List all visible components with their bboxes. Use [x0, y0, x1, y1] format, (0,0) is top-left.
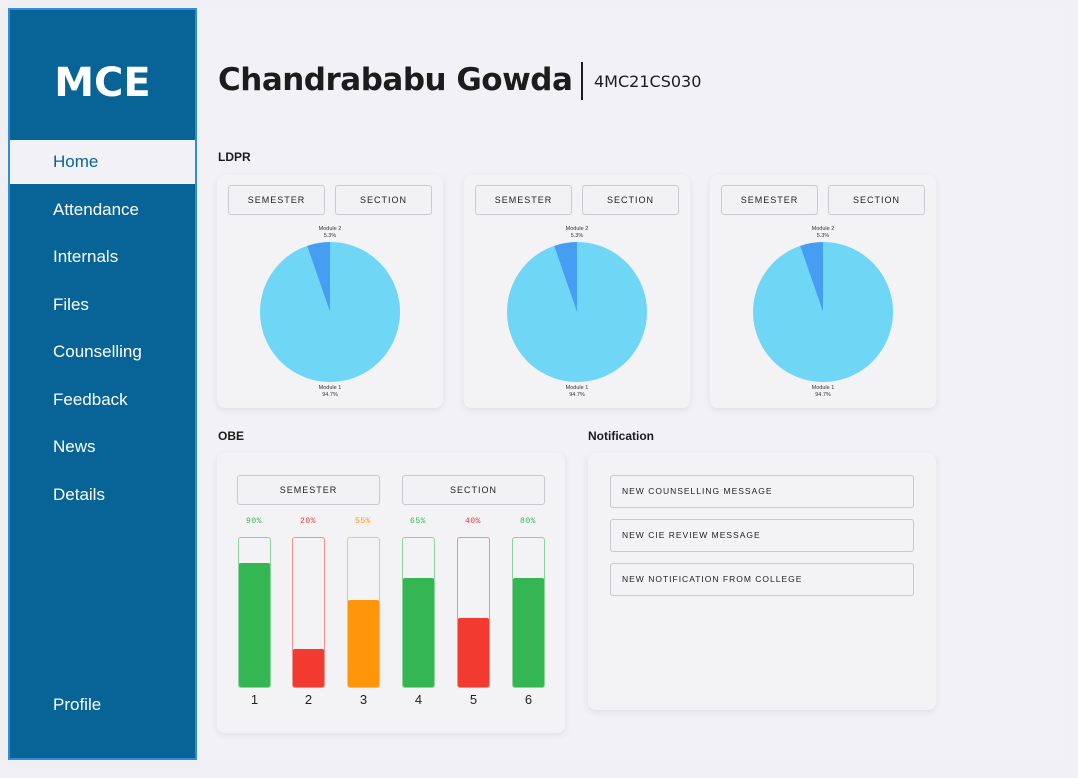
notification-item[interactable]: NEW NOTIFICATION FROM COLLEGE — [610, 563, 914, 596]
obe-card: SEMESTER SECTION 90% 1 20% 2 55% 3 65% 4 40% 5 80%… — [217, 453, 565, 733]
obe-bar-percent: 20% — [300, 517, 316, 526]
obe-bar-fill — [403, 577, 434, 687]
pie-label-module1-label: Module 1 — [566, 385, 589, 391]
pie-label-module1-pct: 94.7% — [322, 392, 338, 398]
sidebar: MCE Home Attendance Internals Files Coun… — [8, 8, 197, 760]
notification-title: Notification — [588, 429, 654, 443]
obe-bar-percent: 90% — [246, 517, 262, 526]
notification-item[interactable]: NEW CIE REVIEW MESSAGE — [610, 519, 914, 552]
ldpr-card: SEMESTER SECTION Module 2 5.3% Module 1 94.7% — [464, 175, 690, 408]
sidebar-item-attendance[interactable]: Attendance — [10, 188, 195, 232]
obe-bar-percent: 55% — [355, 517, 371, 526]
pie-label-module2-pct: 5.3% — [817, 233, 830, 239]
obe-bar-track — [238, 537, 271, 688]
obe-bar-percent: 80% — [520, 517, 536, 526]
pie-label-module1-label: Module 1 — [812, 385, 835, 391]
app-logo: MCE — [54, 60, 151, 106]
sidebar-item-counselling[interactable]: Counselling — [10, 330, 195, 374]
sidebar-item-home[interactable]: Home — [10, 140, 195, 184]
sidebar-item-feedback[interactable]: Feedback — [10, 378, 195, 422]
sidebar-item-internals[interactable]: Internals — [10, 235, 195, 279]
obe-bar-fill — [293, 649, 324, 687]
obe-bar-label: 2 — [304, 692, 313, 707]
pie-label-module2-pct: 5.3% — [571, 233, 584, 239]
obe-bar-track — [457, 537, 490, 688]
notification-card: NEW COUNSELLING MESSAGE NEW CIE REVIEW M… — [588, 453, 936, 710]
obe-bar-label: 1 — [250, 692, 259, 707]
obe-bar-percent: 40% — [465, 517, 481, 526]
pie-label-module2-label: Module 2 — [566, 226, 589, 232]
ldpr-card: SEMESTER SECTION Module 2 5.3% Module 1 94.7% — [217, 175, 443, 408]
pie-label-module1-pct: 94.7% — [815, 392, 831, 398]
student-name: Chandrababu Gowda — [218, 62, 573, 98]
obe-bar-fill — [348, 600, 379, 687]
obe-bar-label: 5 — [469, 692, 478, 707]
obe-bar-label: 3 — [359, 692, 368, 707]
ldpr-pie-chart: Module 25.3% Module 194.7% — [259, 226, 400, 398]
ldpr-pie-chart: Module 25.3% Module 194.7% — [506, 226, 647, 398]
obe-bar-label: 4 — [414, 692, 423, 707]
obe-title: OBE — [218, 429, 245, 443]
ldpr-pie-chart: Module 25.3% Module 194.7% — [753, 226, 893, 398]
obe-bar-track — [292, 537, 325, 688]
header-divider — [581, 62, 583, 100]
obe-bar-fill — [458, 617, 489, 687]
sidebar-item-details[interactable]: Details — [10, 473, 195, 517]
pie-label-module1-pct: 94.7% — [569, 392, 585, 398]
sidebar-item-files[interactable]: Files — [10, 283, 195, 327]
pie-label-module2-label: Module 2 — [812, 226, 835, 232]
obe-bar-label: 6 — [524, 692, 533, 707]
obe-bar-percent: 65% — [410, 517, 426, 526]
obe-bar-track — [402, 537, 435, 688]
obe-section-button[interactable]: SECTION — [402, 475, 545, 505]
sidebar-item-profile[interactable]: Profile — [10, 683, 195, 727]
pie-label-module2-pct: 5.3% — [324, 233, 337, 239]
pie-label-module1-label: Module 1 — [319, 385, 342, 391]
obe-semester-button[interactable]: SEMESTER — [237, 475, 380, 505]
obe-bar-track — [347, 537, 380, 688]
ldpr-title: LDPR — [218, 150, 251, 164]
obe-bar-fill — [239, 562, 270, 687]
obe-bar-fill — [513, 577, 544, 687]
pie-label-module2-label: Module 2 — [319, 226, 342, 232]
notification-item[interactable]: NEW COUNSELLING MESSAGE — [610, 475, 914, 508]
ldpr-card: SEMESTER SECTION Module 2 5.3% Module 1 94.7% — [710, 175, 936, 408]
student-usn: 4MC21CS030 — [594, 72, 702, 91]
obe-bar-track — [512, 537, 545, 688]
sidebar-item-news[interactable]: News — [10, 425, 195, 469]
